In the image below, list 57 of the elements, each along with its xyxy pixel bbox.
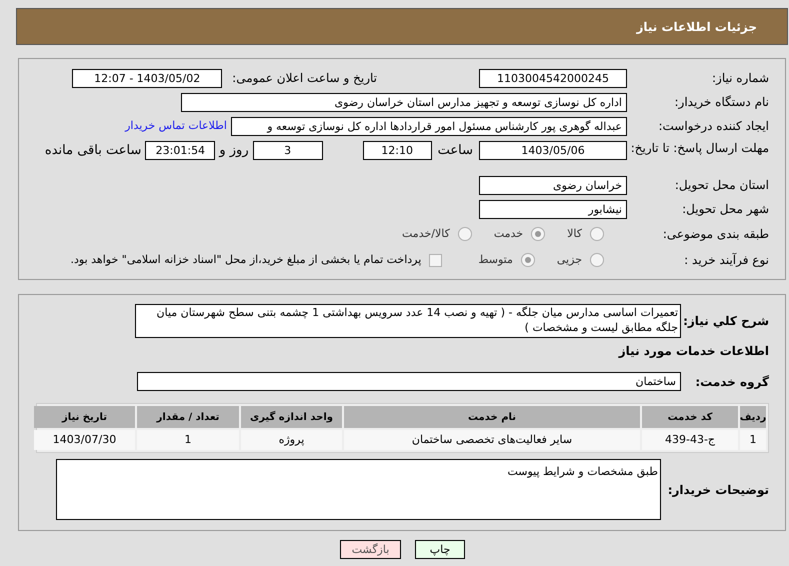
days-field: 3: [252, 141, 323, 160]
radio-label: خدمت: [494, 226, 524, 242]
radio-button[interactable]: [590, 227, 604, 241]
service-group-field: ساختمان: [137, 372, 681, 391]
field-label: شهر محل تحویل:: [681, 201, 769, 218]
field-label: گروه خدمت:: [694, 374, 769, 390]
treasury-text: پرداخت تمام یا بخشی از مبلغ خرید،از محل "اسناد خزانه اسلامی" خواهد بود.: [70, 252, 422, 268]
deadline-time-field: 12:10: [362, 141, 432, 160]
print-button[interactable]: چاپ: [415, 540, 465, 559]
radio-label: متوسط: [478, 252, 513, 268]
radio-button[interactable]: [520, 253, 535, 267]
field-label: شماره نیاز:: [711, 70, 769, 87]
radio-button[interactable]: [531, 227, 546, 241]
checkbox[interactable]: [429, 254, 442, 266]
announce-datetime-field: 1403/05/02 - 12:07: [72, 68, 222, 88]
column-header: ردیف: [740, 406, 766, 428]
field-label: طبقه بندی موضوعی:: [662, 226, 769, 243]
column-header: تاریخ نیاز: [34, 406, 135, 428]
remaining-label: ساعت باقی مانده: [44, 142, 142, 160]
buyer-org-field: اداره کل نوسازی توسعه و تجهیز مدارس استان خراسان رضوی: [181, 92, 627, 112]
field-label: شرح کلي نياز:: [682, 313, 769, 330]
field-label: نوع فرآیند خرید :: [683, 252, 769, 269]
field-label: تاریخ و ساعت اعلان عمومی:: [232, 70, 378, 87]
days-label: روز و: [219, 142, 249, 160]
remaining-time-field: 23:01:54: [145, 141, 216, 160]
field-label: مهلت ارسال پاسخ: تا تاریخ:: [630, 141, 769, 155]
province-field: خراسان رضوی: [479, 176, 627, 194]
column-header: نام خدمت: [344, 406, 640, 428]
description-field: تعمیرات اساسی مدارس میان جلگه - ( تهیه و نصب 14 عدد سرویس بهداشتی 1 چشمه بتنی سطح شهرستان میان جلگه مطابق لیست و مشخصات ): [135, 304, 681, 338]
radio-button[interactable]: [458, 227, 472, 241]
column-header: کد خدمت: [642, 406, 738, 428]
table-cell: ج-43-439: [642, 430, 738, 450]
radio-label: کالا: [567, 226, 582, 242]
back-button[interactable]: بازگشت: [340, 540, 401, 559]
table-cell: سایر فعالیت‌های تخصصی ساختمان: [344, 430, 640, 450]
field-label: ایجاد کننده درخواست:: [657, 118, 769, 135]
column-header: تعداد / مقدار: [137, 406, 239, 428]
city-field: نیشابور: [479, 200, 627, 218]
field-label: توضیحات خریدار:: [666, 482, 769, 499]
section-title: اطلاعات خدمات مورد نیاز: [617, 343, 769, 360]
radio-label: کالا/خدمت: [402, 226, 450, 242]
buyer-notes-field: طبق مشخصات و شرایط پیوست: [56, 459, 661, 520]
need-number-field: 1103004542000245: [479, 68, 627, 88]
radio-label: جزیی: [556, 252, 582, 268]
deadline-date-field: 1403/05/06: [479, 141, 627, 160]
table-cell: 1: [137, 430, 239, 450]
table-cell: 1: [740, 430, 766, 450]
buyer-contact-link[interactable]: اطلاعات تماس خریدار: [125, 118, 227, 134]
requester-field: عبداله گوهری پور کارشناس مسئول امور قراردادها اداره کل نوسازی توسعه و: [231, 116, 627, 136]
table-cell: 1403/07/30: [34, 430, 135, 450]
radio-button[interactable]: [590, 253, 604, 267]
table-cell: پروژه: [241, 430, 342, 450]
field-label: نام دستگاه خریدار:: [674, 94, 769, 111]
page-title: جزئیات اطلاعات نیاز: [636, 18, 757, 36]
field-label: استان محل تحویل:: [674, 177, 769, 194]
column-header: واحد اندازه گیری: [241, 406, 342, 428]
time-label: ساعت: [438, 142, 473, 160]
